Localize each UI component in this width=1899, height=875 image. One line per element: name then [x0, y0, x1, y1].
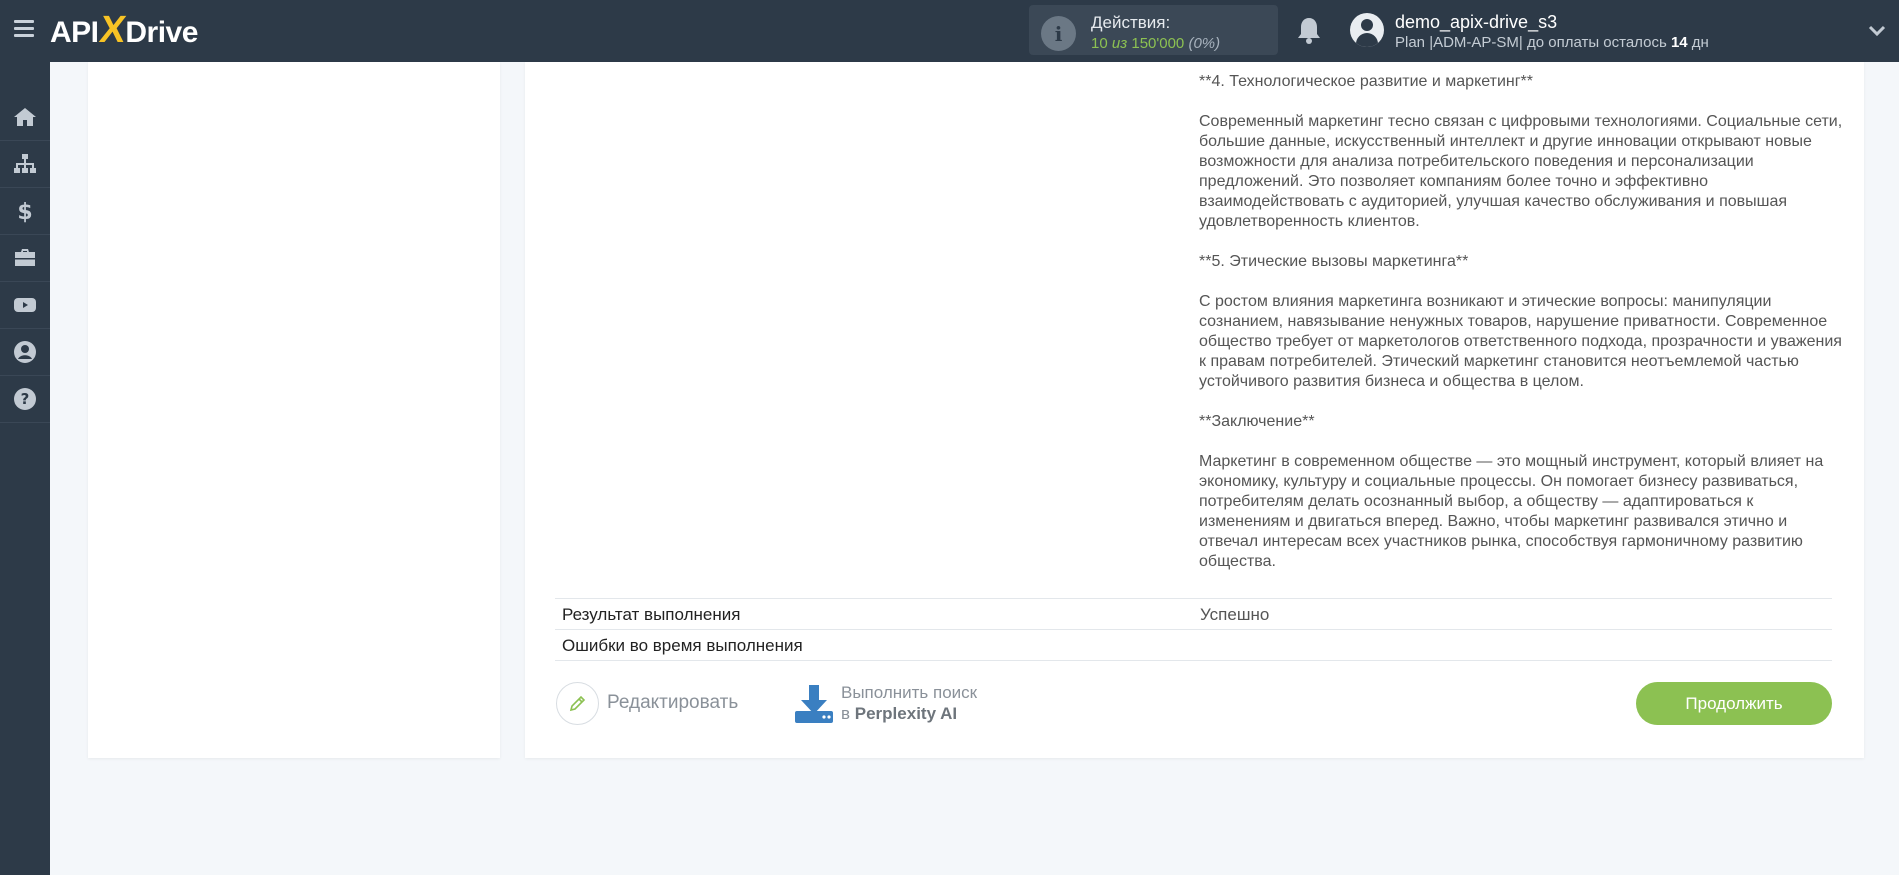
table-row-errors: Ошибки во время выполнения	[555, 629, 1832, 660]
menu-icon[interactable]	[14, 20, 34, 38]
download-icon	[795, 685, 833, 723]
status-key: Результат выполнения	[562, 605, 741, 624]
user-circle-icon	[14, 341, 36, 363]
youtube-icon	[14, 298, 36, 312]
run-search-label: Выполнить поиск в Perplexity AI	[841, 682, 1041, 724]
logo-text-right: Drive	[125, 16, 198, 49]
actions-label: Действия:	[1091, 13, 1171, 32]
divider	[555, 660, 1832, 661]
actions-counter[interactable]: i Действия: 10 из 150'000 (0%)	[1029, 5, 1278, 55]
logo-x: X	[96, 9, 128, 51]
briefcase-icon	[15, 249, 35, 266]
chevron-down-icon[interactable]	[1868, 22, 1886, 40]
edit-button[interactable]: Редактировать	[556, 681, 739, 725]
edit-label: Редактировать	[607, 692, 739, 713]
result-paragraph: **5. Этические вызовы маркетинга**	[1199, 253, 1469, 270]
left-panel	[88, 62, 500, 758]
search-line1: Выполнить поиск	[841, 683, 978, 702]
sidebar-item-home[interactable]	[0, 94, 50, 141]
result-paragraph: Современный маркетинг тесно связан с циф…	[1199, 113, 1843, 230]
errors-key: Ошибки во время выполнения	[562, 636, 803, 655]
apix-drive-logo[interactable]: APIXDrive	[50, 9, 198, 51]
dollar-icon: $	[17, 200, 32, 223]
status-value: Успешно	[1200, 605, 1270, 624]
result-paragraph: С ростом влияния маркетинга возникают и …	[1199, 293, 1842, 390]
svg-text:?: ?	[21, 390, 30, 408]
question-circle-icon: ?	[14, 388, 36, 410]
sidebar-item-video[interactable]	[0, 282, 50, 329]
service-name: Perplexity AI	[854, 704, 958, 723]
plan-days-unit: дн	[1691, 34, 1709, 51]
home-icon	[14, 108, 36, 126]
result-panel: **4. Технологическое развитие и маркетин…	[525, 62, 1864, 758]
sidebar-item-help[interactable]: ?	[0, 376, 50, 423]
plan-info: Plan |ADM-AP-SM| до оплаты осталось 14 д…	[1395, 34, 1709, 51]
result-paragraph: **4. Технологическое развитие и маркетин…	[1199, 73, 1534, 90]
actions-total: 150'000	[1131, 35, 1185, 52]
actions-percent: (0%)	[1188, 35, 1221, 52]
actions-of: из	[1111, 35, 1128, 52]
plan-days: 14	[1670, 34, 1688, 51]
svg-text:$: $	[17, 200, 32, 223]
sidebar-item-billing[interactable]: $	[0, 188, 50, 235]
result-value: **4. Технологическое развитие и маркетин…	[1199, 62, 1849, 572]
bell-icon[interactable]	[1296, 16, 1322, 44]
table-row-status: Результат выполнения Успешно	[555, 598, 1832, 629]
avatar[interactable]	[1350, 13, 1384, 47]
plan-text: Plan |ADM-AP-SM| до оплаты осталось	[1395, 34, 1667, 51]
search-line2: в Perplexity AI	[841, 703, 1041, 724]
sidebar-item-connections[interactable]	[0, 141, 50, 188]
logo-text-left: API	[50, 16, 99, 49]
result-paragraph: Маркетинг в современном обществе — это м…	[1199, 453, 1824, 570]
sidebar-item-tools[interactable]	[0, 235, 50, 282]
username[interactable]: demo_apix-drive_s3	[1395, 12, 1557, 33]
sitemap-icon	[14, 154, 36, 173]
continue-button[interactable]: Продолжить	[1636, 682, 1832, 725]
actions-usage: 10 из 150'000 (0%)	[1091, 35, 1220, 52]
sidebar: $ ?	[0, 62, 50, 875]
search-prefix: в	[841, 704, 851, 723]
actions-used: 10	[1091, 35, 1108, 52]
sidebar-item-account[interactable]	[0, 329, 50, 376]
top-bar: APIXDrive i Действия: 10 из 150'000 (0%)…	[0, 0, 1899, 62]
pencil-icon	[556, 681, 599, 725]
info-icon: i	[1041, 16, 1076, 51]
result-paragraph: **Заключение**	[1199, 413, 1315, 430]
